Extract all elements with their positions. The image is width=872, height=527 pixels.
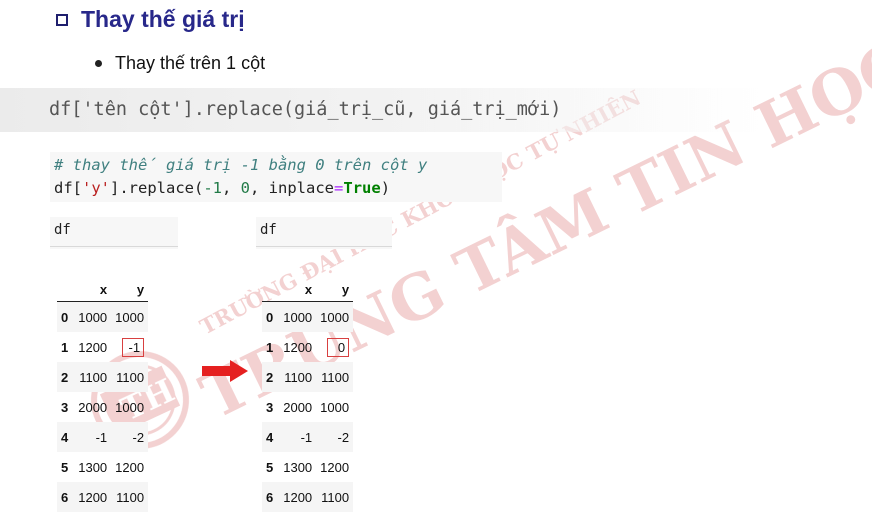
row-index: 1 [266,339,274,355]
cell-x: 1200 [78,339,108,355]
code-sep1: , [222,179,241,197]
square-bullet-icon [56,13,68,26]
header-x: x [74,277,112,302]
bullet-item: Thay thế trên 1 cột [95,53,265,74]
syntax-code: df['tên cột'].replace(giá_trị_cũ, giá_tr… [49,99,562,120]
bullet-text: Thay thế trên 1 cột [115,53,266,73]
heading-text: Thay thế giá trị [81,6,245,32]
table-row: 1 1200 -1 [57,332,148,362]
code-new-value: 0 [240,179,251,197]
highlight-box: -1 [122,337,145,357]
cell-x: 1200 [283,339,313,355]
header-y: y [316,277,354,302]
table-row: 0 1000 1000 [262,301,354,332]
cell-y: -2 [132,429,145,445]
cell-x: 1200 [78,489,108,505]
cell-y-highlighted: 0 [316,332,353,362]
row-index: 2 [266,369,274,385]
table-row: 2 1100 1100 [57,362,149,392]
dataframe-after: x y 0 1000 1000 1 1200 0 2 1100 1100 3 2000 1000… [262,277,354,512]
cell-x: 1000 [78,309,108,325]
row-index: 6 [266,489,274,505]
row-index: 5 [61,459,69,475]
cell-y: 1100 [321,489,350,505]
cell-y: 1100 [116,369,145,385]
header-row: x y [57,277,149,302]
cell-x: 1100 [284,369,313,385]
header-index [57,277,75,302]
row-index: 3 [266,399,274,415]
cell-y: 1000 [115,399,145,415]
code-sep2: , inplace [250,179,335,197]
code-suffix: ) [380,179,391,197]
code-prefix: df[ [54,179,82,197]
cell-x: 1200 [283,489,313,505]
table-row: 3 2000 1000 [57,392,148,422]
table-row: 5 1300 1200 [262,452,353,482]
cell-y: 1000 [320,309,350,325]
header-x: x [279,277,317,302]
header-index [262,277,280,302]
cell-y: 1200 [320,459,350,475]
table-row: 6 1200 1100 [262,482,354,512]
row-index: 6 [61,489,69,505]
cell-y-highlighted: -1 [111,332,148,362]
cell-y: 1000 [115,309,145,325]
cell-x: -1 [300,429,313,445]
cell-x: 1300 [283,459,313,475]
table-row: 4 -1 -2 [262,422,354,452]
cell-y: 1000 [320,399,350,415]
dataframe-before: x y 0 1000 1000 1 1200 -1 2 1100 1100 3 2000 100… [57,277,149,512]
table-row: 0 1000 1000 [57,301,149,332]
cell-y: 1200 [115,459,145,475]
df-cell-before: df [50,217,178,249]
highlight-box: 0 [327,337,350,357]
right-arrow-icon [202,360,248,382]
row-index: 4 [266,429,274,445]
row-index: 4 [61,429,69,445]
table-row: 5 1300 1200 [57,452,148,482]
cell-x: 2000 [78,399,108,415]
row-index: 5 [266,459,274,475]
cell-x: -1 [95,429,108,445]
table-row: 1 1200 0 [262,332,353,362]
table-row: 6 1200 1100 [57,482,149,512]
row-index: 0 [266,309,274,325]
code-keyword-true: True [343,179,381,197]
section-heading: Thay thế giá trị [56,6,245,33]
code-equals: = [334,179,344,197]
cell-y: -2 [337,429,350,445]
bullet-dot-icon [95,60,102,67]
table-row: 3 2000 1000 [262,392,353,422]
code-comment: # thay thế giá trị -1 bằng 0 trên cột y [54,156,428,174]
row-index: 1 [61,339,69,355]
cell-x: 1000 [283,309,313,325]
cell-x: 1300 [78,459,108,475]
row-index: 2 [61,369,69,385]
cell-x: 2000 [283,399,313,415]
code-column-string: 'y' [82,179,110,197]
code-method: ].replace( [110,179,204,197]
df-cell-after: df [256,217,392,249]
code-old-value: -1 [203,179,222,197]
header-row: x y [262,277,354,302]
row-index: 3 [61,399,69,415]
row-index: 0 [61,309,69,325]
header-y: y [111,277,149,302]
cell-x: 1100 [79,369,108,385]
cell-y: 1100 [116,489,145,505]
table-row: 4 -1 -2 [57,422,149,452]
table-row: 2 1100 1100 [262,362,354,392]
cell-y: 1100 [321,369,350,385]
code-line: df['y'].replace(-1, 0, inplace=True) [54,179,390,197]
